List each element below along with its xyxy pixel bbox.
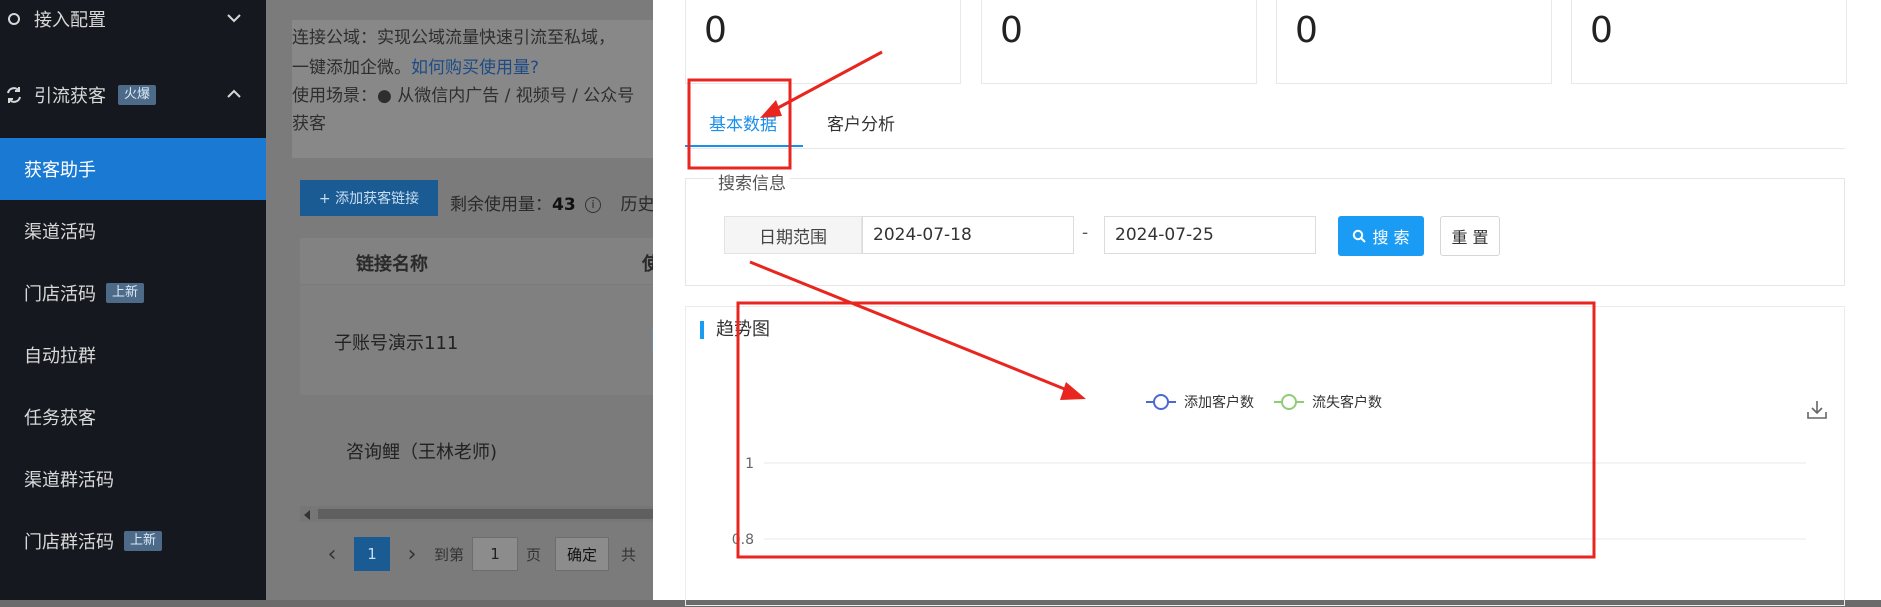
date-range-label: 日期范围 <box>724 216 862 254</box>
stat-value: 0 <box>1590 10 1613 51</box>
purchase-link[interactable]: 如何购买使用量? <box>411 58 539 78</box>
history-label[interactable]: 历史 <box>620 195 653 215</box>
table-row[interactable]: 子账号演示111 <box>300 285 653 395</box>
new-badge: 上新 <box>106 283 145 303</box>
end-date-input[interactable]: 2024-07-25 <box>1104 216 1316 254</box>
remaining-label: 剩余使用量： <box>450 195 552 215</box>
info-icon[interactable]: i <box>585 197 602 213</box>
sidebar-item-label: 门店群活码 <box>24 532 114 553</box>
hot-badge: 火爆 <box>118 85 157 105</box>
page-label: 页 <box>526 545 542 564</box>
search-button-label: 搜 索 <box>1372 228 1410 247</box>
drawer-tabs: 基本数据 客户分析 <box>685 96 1845 149</box>
date-separator: - <box>1082 223 1089 243</box>
notice-text: 一键添加企微。 <box>292 58 411 78</box>
column-header: 链接名称 <box>356 254 428 275</box>
y-tick-label: 1 <box>745 456 754 472</box>
trend-panel: 趋势图 添加客户数 流失客户数 1 0.8 <box>685 306 1845 606</box>
y-tick-label: 0.8 <box>732 532 754 548</box>
sidebar-item-label: 门店活码 <box>24 284 96 305</box>
main-content: 连接公域：实现公域流量快速引流至私域， 一键添加企微。如何购买使用量? 使用场景… <box>266 0 653 600</box>
legend-marker <box>1153 394 1169 410</box>
page-number[interactable]: 1 <box>354 537 390 571</box>
stat-value: 0 <box>1000 10 1023 51</box>
stat-card: 0 <box>1571 0 1847 84</box>
sidebar-item-label: 渠道活码 <box>24 222 96 243</box>
stat-value: 0 <box>704 10 727 51</box>
notice-line: 使用场景：● 从微信内广告 / 视频号 / 公众号 <box>292 86 635 106</box>
sidebar: 接入配置 引流获客 火爆 获客助手 渠道活码 门店活码 上新 自动拉群 任务获客… <box>0 0 266 600</box>
refresh-icon <box>4 85 24 105</box>
link-name-cell: 咨询鲤（王林老师) <box>346 442 498 463</box>
sidebar-item-store-group-code[interactable]: 门店群活码 上新 <box>0 510 266 572</box>
legend-item[interactable]: 添加客户数 <box>1146 394 1254 411</box>
reset-button[interactable]: 重 置 <box>1440 216 1500 256</box>
notice-line: 连接公域：实现公域流量快速引流至私域， <box>292 28 615 48</box>
statistics-drawer: 0 0 0 0 基本数据 客户分析 搜索信息 日期范围 2024-07-18 -… <box>653 0 1881 606</box>
sidebar-item-label: 获客助手 <box>24 160 96 181</box>
sidebar-group-access[interactable]: 接入配置 <box>0 0 266 50</box>
pagination: ‹ 1 › 到第 1 页 确定 共 <box>320 536 636 572</box>
sidebar-item-customer-assistant[interactable]: 获客助手 <box>0 138 266 200</box>
gear-icon <box>4 9 24 29</box>
download-icon[interactable] <box>1806 399 1828 421</box>
chevron-up-icon <box>227 89 241 98</box>
legend-label: 流失客户数 <box>1312 394 1382 411</box>
legend-marker <box>1281 394 1297 410</box>
horizontal-scrollbar[interactable] <box>300 506 653 522</box>
link-name-cell: 子账号演示111 <box>334 333 459 354</box>
stat-card: 0 <box>981 0 1257 84</box>
chevron-down-icon <box>227 14 241 23</box>
legend-item[interactable]: 流失客户数 <box>1274 394 1382 411</box>
total-label: 共 <box>621 545 637 564</box>
search-panel-title: 搜索信息 <box>714 169 790 194</box>
notice-line: 一键添加企微。如何购买使用量? <box>292 54 539 82</box>
prev-page-icon[interactable]: ‹ <box>320 542 344 567</box>
sidebar-item-label: 渠道群活码 <box>24 470 114 491</box>
next-page-icon[interactable]: › <box>400 542 424 567</box>
legend-label: 添加客户数 <box>1184 394 1254 411</box>
sidebar-group-traffic[interactable]: 引流获客 火爆 <box>0 64 266 126</box>
scroll-thumb[interactable] <box>318 509 653 519</box>
goto-page-input[interactable]: 1 <box>472 537 519 571</box>
start-date-input[interactable]: 2024-07-18 <box>862 216 1074 254</box>
remaining-value: 43 <box>552 195 576 215</box>
sidebar-group-label: 引流获客 <box>34 86 106 107</box>
notice-box: 连接公域：实现公域流量快速引流至私域， 一键添加企微。如何购买使用量? 使用场景… <box>292 20 653 158</box>
new-badge: 上新 <box>124 531 163 551</box>
confirm-page-button[interactable]: 确定 <box>555 537 610 571</box>
tab-customer-analysis[interactable]: 客户分析 <box>827 110 895 135</box>
sidebar-item-label: 自动拉群 <box>24 346 96 367</box>
notice-line: 获客 <box>292 114 326 134</box>
tab-basic-data[interactable]: 基本数据 <box>709 110 777 135</box>
sidebar-item-store-code[interactable]: 门店活码 上新 <box>0 262 266 324</box>
table-header: 链接名称 使 <box>300 238 653 284</box>
sidebar-item-channel-code[interactable]: 渠道活码 <box>0 200 266 262</box>
goto-label: 到第 <box>434 545 465 564</box>
stat-card: 0 <box>685 0 961 84</box>
add-link-button[interactable]: + 添加获客链接 <box>300 180 438 216</box>
sidebar-item-channel-group-code[interactable]: 渠道群活码 <box>0 448 266 510</box>
trend-chart: 添加客户数 流失客户数 1 0.8 <box>732 394 1806 548</box>
sidebar-item-label: 任务获客 <box>24 408 96 429</box>
sidebar-item-task-acquire[interactable]: 任务获客 <box>0 386 266 448</box>
scroll-left-icon[interactable] <box>304 510 310 520</box>
stat-card: 0 <box>1276 0 1552 84</box>
search-icon <box>1353 229 1367 243</box>
search-button[interactable]: 搜 索 <box>1338 216 1424 256</box>
sidebar-group-label: 接入配置 <box>34 10 106 31</box>
column-header: 使 <box>642 254 653 275</box>
sidebar-item-auto-group[interactable]: 自动拉群 <box>0 324 266 386</box>
search-panel: 搜索信息 日期范围 2024-07-18 - 2024-07-25 搜 索 重 … <box>685 169 1845 286</box>
remaining-usage: 剩余使用量：43 i 历史 <box>450 190 653 215</box>
stat-value: 0 <box>1295 10 1318 51</box>
active-tab-indicator <box>685 145 803 147</box>
